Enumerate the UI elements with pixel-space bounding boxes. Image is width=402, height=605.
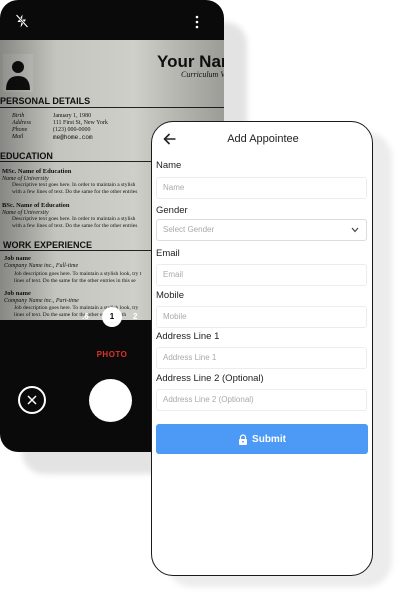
chevron-down-icon	[351, 227, 359, 233]
zoom-selector: .6 1 2	[78, 307, 152, 327]
submit-button[interactable]: Submit	[156, 424, 368, 454]
zoom-option-selected[interactable]: 1	[102, 307, 122, 327]
resume-text: Descriptive text goes here. In order to …	[12, 216, 136, 222]
resume-divider	[0, 107, 224, 108]
resume-value: January 1, 1980	[53, 113, 92, 119]
resume-company: Company Name inc., Full-time	[4, 263, 79, 269]
person-silhouette-icon	[6, 61, 30, 90]
submit-button-content: Submit	[156, 424, 368, 454]
resume-label: Birth	[12, 113, 25, 119]
address-line-2-label: Address Line 2 (Optional)	[156, 373, 264, 384]
mobile-input[interactable]: Mobile	[156, 306, 367, 328]
close-button[interactable]	[18, 386, 46, 414]
gender-select[interactable]: Select Gender	[156, 219, 367, 241]
resume-text: lines of text. Do the same for the other…	[14, 278, 136, 284]
resume-section-education: EDUCATION	[0, 151, 53, 161]
resume-section-work: WORK EXPERIENCE	[3, 240, 93, 250]
gender-select-placeholder: Select Gender	[163, 225, 215, 234]
flash-off-icon[interactable]	[14, 13, 30, 29]
resume-label: Mail	[12, 134, 24, 140]
gender-label: Gender	[156, 205, 188, 216]
camera-top-bar	[0, 0, 224, 42]
resume-text: with a few lines of text. Do the same fo…	[12, 223, 138, 229]
shutter-button[interactable]	[89, 379, 132, 422]
submit-label: Submit	[252, 433, 286, 445]
resume-text: Job description goes here. To maintain a…	[14, 271, 142, 277]
email-label: Email	[156, 248, 180, 259]
resume-degree: MSc. Name of Education	[2, 168, 72, 175]
address-line-1-label: Address Line 1	[156, 331, 220, 342]
resume-job-title: Job name	[4, 290, 31, 297]
resume-degree: BSc. Name of Education	[2, 202, 70, 209]
resume-label: Phone	[12, 127, 28, 133]
resume-subtitle: Curriculum V	[181, 70, 224, 79]
resume-name: Your Nam	[157, 52, 224, 71]
resume-text: with a few lines of text. Do the same fo…	[12, 189, 138, 195]
email-input[interactable]: Email	[156, 264, 367, 286]
page-title: Add Appointee	[227, 133, 299, 145]
address-line-1-input[interactable]: Address Line 1	[156, 347, 367, 369]
resume-section-personal: PERSONAL DETAILS	[0, 96, 91, 106]
name-label: Name	[156, 160, 182, 171]
resume-label: Address	[12, 120, 32, 126]
resume-job-title: Job name	[4, 255, 31, 262]
resume-text: Descriptive text goes here. In order to …	[12, 182, 136, 188]
form-phone: Add Appointee Name Name Gender Select Ge…	[151, 121, 373, 576]
resume-company: Company Name inc., Part-time	[4, 298, 79, 304]
name-input[interactable]: Name	[156, 177, 367, 199]
resume-photo-placeholder	[3, 54, 33, 92]
resume-value: 111 First St, New York	[53, 120, 108, 126]
lock-icon	[239, 433, 248, 445]
mobile-label: Mobile	[156, 290, 184, 301]
form-header: Add Appointee	[152, 122, 372, 158]
resume-value: me@home.com	[53, 134, 93, 141]
zoom-option[interactable]: 2	[133, 307, 137, 327]
more-vertical-icon[interactable]	[191, 14, 203, 30]
address-line-2-input[interactable]: Address Line 2 (Optional)	[156, 389, 367, 411]
resume-value: (123) 000-0000	[53, 127, 91, 133]
zoom-option[interactable]: .6	[82, 307, 89, 327]
close-icon	[27, 395, 37, 405]
